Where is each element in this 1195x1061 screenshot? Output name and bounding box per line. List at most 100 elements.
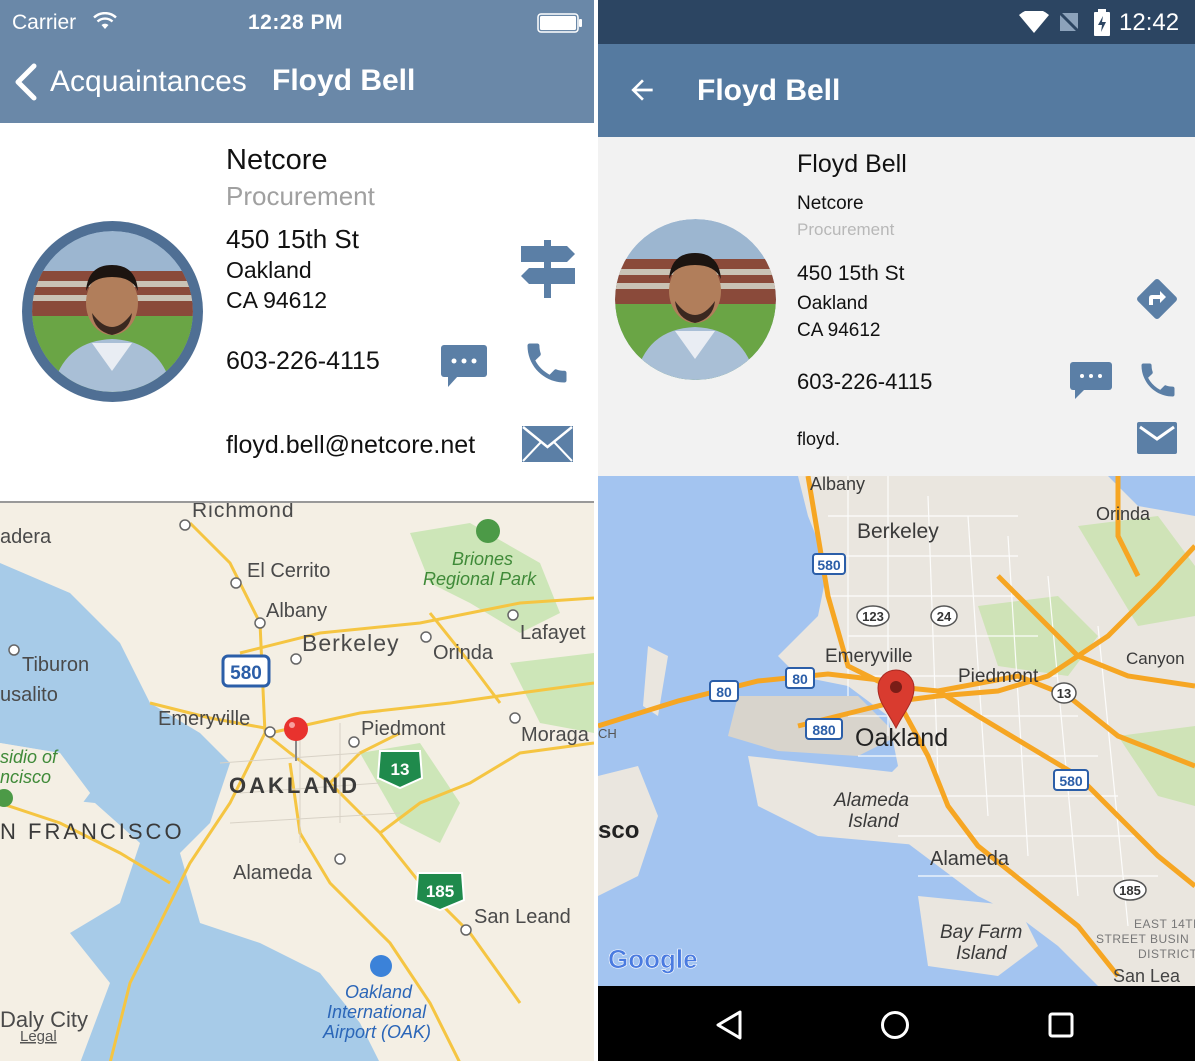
map-label-berkeley: Berkeley <box>857 520 939 543</box>
map-label-alameda-island-2: Island <box>848 811 900 832</box>
map-label-piedmont: Piedmont <box>958 666 1039 687</box>
shield-13: 13 <box>391 760 410 779</box>
mail-icon[interactable] <box>521 425 574 463</box>
android-app-screen: 12:42 Floyd Bell Floyd Bell Netcore Proc… <box>598 0 1195 1061</box>
avatar <box>22 221 203 402</box>
map-label-oakland: OAKLAND <box>229 773 360 798</box>
android-map-view[interactable]: 580 80 80 880 580 123 24 13 185 Albany O… <box>598 476 1195 986</box>
arrow-back-icon[interactable] <box>626 74 658 106</box>
ios-navigation-bar: Acquaintances Floyd Bell <box>0 46 594 123</box>
back-button-label: Acquaintances <box>50 65 247 98</box>
map-label-el-cerrito: El Cerrito <box>247 560 330 582</box>
map-label-sco: sco <box>598 817 639 844</box>
map-label-emeryville: Emeryville <box>158 708 250 730</box>
avatar <box>615 219 776 380</box>
shield-580: 580 <box>230 663 262 684</box>
map-label-berkeley: Berkeley <box>302 630 399 656</box>
shield-580-b: 580 <box>1059 773 1083 789</box>
map-label-san-leandro: San Lea <box>1113 966 1181 986</box>
contact-name: Floyd Bell <box>797 150 907 178</box>
map-legal-link: Legal <box>20 1028 57 1045</box>
nav-recents-icon[interactable] <box>1048 1012 1074 1038</box>
map-label-san-leandro: San Leand <box>474 906 571 928</box>
address-city[interactable]: Oakland <box>226 257 312 284</box>
chevron-left-icon <box>10 62 40 102</box>
shield-13: 13 <box>1057 686 1071 701</box>
mail-icon[interactable] <box>1136 421 1178 455</box>
map-label-canyon: Canyon <box>1126 649 1185 668</box>
phone-icon[interactable] <box>1136 358 1180 402</box>
shield-880: 880 <box>812 722 836 738</box>
map-label-oakland: Oakland <box>855 724 948 752</box>
android-status-bar: 12:42 <box>598 0 1195 44</box>
map-label-airport-2: International <box>327 1002 427 1022</box>
map-label-sausalito: usalito <box>0 684 58 706</box>
map-label-bay-farm-2: Island <box>956 943 1008 964</box>
map-label-richmond: Richmond <box>192 503 295 522</box>
back-button[interactable]: Acquaintances <box>10 60 247 104</box>
nav-back-icon[interactable] <box>714 1010 744 1040</box>
map-label-airport-3: Airport (OAK) <box>322 1022 431 1042</box>
map-label-alameda: Alameda <box>233 862 313 884</box>
map-label-orinda: Orinda <box>1096 504 1151 524</box>
nav-title: Floyd Bell <box>272 64 416 97</box>
phone-number[interactable]: 603-226-4115 <box>797 369 932 395</box>
shield-580-a: 580 <box>817 557 841 573</box>
shield-185: 185 <box>1119 883 1141 898</box>
map-label-tiburon: Tiburon <box>22 654 89 676</box>
wifi-icon <box>1019 11 1049 33</box>
app-bar-title: Floyd Bell <box>697 74 841 107</box>
contact-detail-card: Netcore Procurement 450 15th St Oakland … <box>0 123 594 501</box>
map-label-briones-park: Regional Park <box>423 569 537 589</box>
map-label-presidio-2: ncisco <box>0 767 51 787</box>
map-label-east14-3: DISTRICT <box>1138 947 1195 961</box>
address-street[interactable]: 450 15th St <box>226 224 359 255</box>
map-label-san-francisco: N FRANCISCO <box>0 819 185 844</box>
shield-80-a: 80 <box>792 671 808 687</box>
shield-123: 123 <box>862 609 884 624</box>
map-label-lafayette: Lafayet <box>520 622 586 644</box>
android-app-bar: Floyd Bell <box>598 44 1195 137</box>
battery-icon <box>537 13 583 33</box>
map-label-albany: Albany <box>810 476 865 494</box>
shield-24: 24 <box>937 609 952 624</box>
wifi-icon <box>93 12 117 30</box>
map-label-briones: Briones <box>452 549 513 569</box>
google-logo: Google <box>608 944 698 974</box>
map-label-albany: Albany <box>266 600 327 622</box>
directions-icon[interactable] <box>1135 277 1179 321</box>
no-signal-icon <box>1058 11 1080 33</box>
address-city[interactable]: Oakland <box>797 293 868 315</box>
ios-status-bar: Carrier 12:28 PM <box>0 0 594 46</box>
department-name: Procurement <box>797 220 895 239</box>
phone-icon[interactable] <box>520 337 574 389</box>
screenshot-root: Carrier 12:28 PM Acquaintances Floyd Bel… <box>0 0 1195 1061</box>
nav-home-icon[interactable] <box>880 1010 910 1040</box>
ios-app-screen: Carrier 12:28 PM Acquaintances Floyd Bel… <box>0 0 594 1061</box>
ios-map-view[interactable]: 580 13 185 Richmond adera El Cerrito Alb… <box>0 501 594 1061</box>
carrier-label: Carrier <box>12 11 77 34</box>
address-state-zip[interactable]: CA 94612 <box>797 320 880 342</box>
map-label-east14-1: EAST 14TH <box>1134 917 1195 931</box>
message-icon[interactable] <box>1069 361 1113 401</box>
battery-charging-icon <box>1094 9 1110 36</box>
department-name: Procurement <box>226 181 375 211</box>
shield-185: 185 <box>426 882 454 901</box>
map-label-alameda-island-1: Alameda <box>833 790 909 811</box>
map-label-alameda: Alameda <box>930 848 1010 870</box>
company-name: Netcore <box>226 144 328 176</box>
email-address[interactable]: floyd.bell@netcore.net <box>226 431 475 460</box>
map-label-presidio: sidio of <box>0 747 59 767</box>
map-label-emeryville: Emeryville <box>825 646 913 667</box>
directions-signpost-icon[interactable] <box>517 236 579 300</box>
map-label-ch: CH <box>598 726 617 741</box>
message-icon[interactable] <box>440 344 488 388</box>
email-address[interactable]: floyd. <box>797 429 840 450</box>
map-label-east14-2: STREET BUSIN <box>1096 932 1189 946</box>
ios-time: 12:28 PM <box>248 11 344 34</box>
phone-number[interactable]: 603-226-4115 <box>226 347 380 376</box>
map-label-adera: adera <box>0 526 52 548</box>
address-street[interactable]: 450 15th St <box>797 262 904 286</box>
contact-detail-card: Floyd Bell Netcore Procurement 450 15th … <box>598 137 1195 476</box>
address-state-zip[interactable]: CA 94612 <box>226 287 327 314</box>
